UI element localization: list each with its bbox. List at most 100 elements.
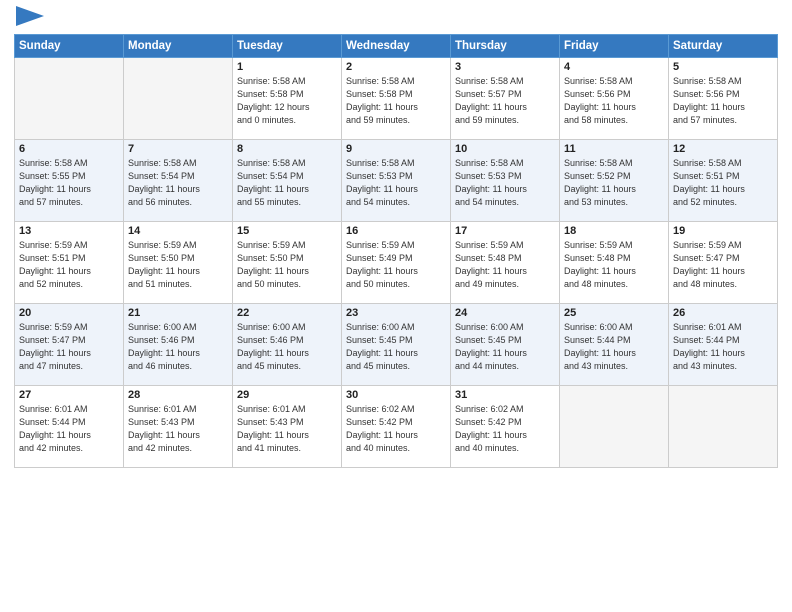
- weekday-header: Sunday: [15, 35, 124, 58]
- calendar-table: SundayMondayTuesdayWednesdayThursdayFrid…: [14, 34, 778, 468]
- calendar-week-row: 27Sunrise: 6:01 AM Sunset: 5:44 PM Dayli…: [15, 386, 778, 468]
- day-number: 5: [673, 61, 773, 73]
- day-info: Sunrise: 6:01 AM Sunset: 5:43 PM Dayligh…: [128, 403, 228, 455]
- calendar-cell: 30Sunrise: 6:02 AM Sunset: 5:42 PM Dayli…: [342, 386, 451, 468]
- day-number: 20: [19, 307, 119, 319]
- calendar-cell: 20 Sunrise: 5:59 AM Sunset: 5:47 PM Dayli…: [15, 304, 124, 386]
- day-info: Sunrise: 6:00 AM Sunset: 5:45 PM Dayligh…: [455, 321, 555, 373]
- day-number: 4: [564, 61, 664, 73]
- calendar-cell: [124, 58, 233, 140]
- calendar-cell: 9 Sunrise: 5:58 AM Sunset: 5:53 PM Daylig…: [342, 140, 451, 222]
- day-number: 12: [673, 143, 773, 155]
- calendar-cell: 18 Sunrise: 5:59 AM Sunset: 5:48 PM Dayli…: [560, 222, 669, 304]
- calendar-cell: 10 Sunrise: 5:58 AM Sunset: 5:53 PM Dayli…: [451, 140, 560, 222]
- day-number: 19: [673, 225, 773, 237]
- day-info: Sunrise: 5:59 AM Sunset: 5:50 PM Dayligh…: [128, 239, 228, 291]
- day-info: Sunrise: 6:01 AM Sunset: 5:44 PM Dayligh…: [19, 403, 119, 455]
- calendar-cell: 11 Sunrise: 5:58 AM Sunset: 5:52 PM Dayli…: [560, 140, 669, 222]
- day-info: Sunrise: 5:58 AM Sunset: 5:57 PM Dayligh…: [455, 75, 555, 127]
- day-number: 10: [455, 143, 555, 155]
- calendar-cell: 14 Sunrise: 5:59 AM Sunset: 5:50 PM Dayli…: [124, 222, 233, 304]
- calendar-cell: 2Sunrise: 5:58 AM Sunset: 5:58 PM Daylig…: [342, 58, 451, 140]
- calendar-cell: 4Sunrise: 5:58 AM Sunset: 5:56 PM Daylig…: [560, 58, 669, 140]
- day-info: Sunrise: 5:59 AM Sunset: 5:49 PM Dayligh…: [346, 239, 446, 291]
- calendar-cell: 31 Sunrise: 6:02 AM Sunset: 5:42 PM Dayli…: [451, 386, 560, 468]
- calendar-cell: 6 Sunrise: 5:58 AM Sunset: 5:55 PM Daylig…: [15, 140, 124, 222]
- calendar-cell: [669, 386, 778, 468]
- day-info: Sunrise: 6:00 AM Sunset: 5:46 PM Dayligh…: [128, 321, 228, 373]
- day-number: 15: [237, 225, 337, 237]
- calendar-cell: 3 Sunrise: 5:58 AM Sunset: 5:57 PM Daylig…: [451, 58, 560, 140]
- calendar-cell: 21Sunrise: 6:00 AM Sunset: 5:46 PM Dayli…: [124, 304, 233, 386]
- day-info: Sunrise: 5:58 AM Sunset: 5:55 PM Dayligh…: [19, 157, 119, 209]
- weekday-header: Saturday: [669, 35, 778, 58]
- day-info: Sunrise: 6:00 AM Sunset: 5:44 PM Dayligh…: [564, 321, 664, 373]
- calendar-cell: 5Sunrise: 5:58 AM Sunset: 5:56 PM Daylig…: [669, 58, 778, 140]
- weekday-header: Tuesday: [233, 35, 342, 58]
- calendar-week-row: 1Sunrise: 5:58 AM Sunset: 5:58 PM Daylig…: [15, 58, 778, 140]
- day-info: Sunrise: 5:58 AM Sunset: 5:52 PM Dayligh…: [564, 157, 664, 209]
- day-number: 11: [564, 143, 664, 155]
- day-info: Sunrise: 5:59 AM Sunset: 5:47 PM Dayligh…: [19, 321, 119, 373]
- calendar-cell: 22 Sunrise: 6:00 AM Sunset: 5:46 PM Dayli…: [233, 304, 342, 386]
- day-info: Sunrise: 6:00 AM Sunset: 5:46 PM Dayligh…: [237, 321, 337, 373]
- calendar-cell: 24 Sunrise: 6:00 AM Sunset: 5:45 PM Dayli…: [451, 304, 560, 386]
- day-number: 17: [455, 225, 555, 237]
- day-number: 18: [564, 225, 664, 237]
- day-info: Sunrise: 6:00 AM Sunset: 5:45 PM Dayligh…: [346, 321, 446, 373]
- day-number: 6: [19, 143, 119, 155]
- day-info: Sunrise: 6:01 AM Sunset: 5:44 PM Dayligh…: [673, 321, 773, 373]
- day-number: 14: [128, 225, 228, 237]
- day-info: Sunrise: 5:58 AM Sunset: 5:51 PM Dayligh…: [673, 157, 773, 209]
- day-number: 23: [346, 307, 446, 319]
- calendar-cell: 27Sunrise: 6:01 AM Sunset: 5:44 PM Dayli…: [15, 386, 124, 468]
- day-info: Sunrise: 5:58 AM Sunset: 5:58 PM Dayligh…: [237, 75, 337, 127]
- calendar-cell: 1Sunrise: 5:58 AM Sunset: 5:58 PM Daylig…: [233, 58, 342, 140]
- calendar-cell: 7 Sunrise: 5:58 AM Sunset: 5:54 PM Daylig…: [124, 140, 233, 222]
- calendar-cell: [560, 386, 669, 468]
- calendar-cell: [15, 58, 124, 140]
- calendar-cell: 8 Sunrise: 5:58 AM Sunset: 5:54 PM Daylig…: [233, 140, 342, 222]
- day-number: 8: [237, 143, 337, 155]
- day-info: Sunrise: 5:58 AM Sunset: 5:58 PM Dayligh…: [346, 75, 446, 127]
- calendar-cell: 19 Sunrise: 5:59 AM Sunset: 5:47 PM Dayli…: [669, 222, 778, 304]
- weekday-header: Wednesday: [342, 35, 451, 58]
- day-number: 7: [128, 143, 228, 155]
- day-info: Sunrise: 6:02 AM Sunset: 5:42 PM Dayligh…: [346, 403, 446, 455]
- calendar-cell: 28 Sunrise: 6:01 AM Sunset: 5:43 PM Dayli…: [124, 386, 233, 468]
- weekday-header: Monday: [124, 35, 233, 58]
- weekday-header: Thursday: [451, 35, 560, 58]
- day-info: Sunrise: 5:59 AM Sunset: 5:48 PM Dayligh…: [564, 239, 664, 291]
- day-info: Sunrise: 5:58 AM Sunset: 5:53 PM Dayligh…: [455, 157, 555, 209]
- day-number: 13: [19, 225, 119, 237]
- day-info: Sunrise: 5:58 AM Sunset: 5:54 PM Dayligh…: [128, 157, 228, 209]
- day-number: 22: [237, 307, 337, 319]
- header-row: SundayMondayTuesdayWednesdayThursdayFrid…: [15, 35, 778, 58]
- day-info: Sunrise: 6:02 AM Sunset: 5:42 PM Dayligh…: [455, 403, 555, 455]
- calendar-cell: 29Sunrise: 6:01 AM Sunset: 5:43 PM Dayli…: [233, 386, 342, 468]
- day-info: Sunrise: 5:58 AM Sunset: 5:53 PM Dayligh…: [346, 157, 446, 209]
- day-info: Sunrise: 5:59 AM Sunset: 5:47 PM Dayligh…: [673, 239, 773, 291]
- header: [14, 10, 778, 26]
- calendar-cell: 23 Sunrise: 6:00 AM Sunset: 5:45 PM Dayli…: [342, 304, 451, 386]
- weekday-header: Friday: [560, 35, 669, 58]
- day-number: 26: [673, 307, 773, 319]
- calendar-cell: 17Sunrise: 5:59 AM Sunset: 5:48 PM Dayli…: [451, 222, 560, 304]
- day-number: 31: [455, 389, 555, 401]
- page-container: SundayMondayTuesdayWednesdayThursdayFrid…: [0, 0, 792, 478]
- calendar-week-row: 20 Sunrise: 5:59 AM Sunset: 5:47 PM Dayli…: [15, 304, 778, 386]
- day-info: Sunrise: 5:58 AM Sunset: 5:54 PM Dayligh…: [237, 157, 337, 209]
- calendar-cell: 26 Sunrise: 6:01 AM Sunset: 5:44 PM Dayli…: [669, 304, 778, 386]
- calendar-cell: 16Sunrise: 5:59 AM Sunset: 5:49 PM Dayli…: [342, 222, 451, 304]
- calendar-cell: 12 Sunrise: 5:58 AM Sunset: 5:51 PM Dayli…: [669, 140, 778, 222]
- logo: [14, 10, 44, 26]
- day-number: 24: [455, 307, 555, 319]
- calendar-cell: 15 Sunrise: 5:59 AM Sunset: 5:50 PM Dayli…: [233, 222, 342, 304]
- day-number: 28: [128, 389, 228, 401]
- day-number: 9: [346, 143, 446, 155]
- day-number: 29: [237, 389, 337, 401]
- day-number: 25: [564, 307, 664, 319]
- calendar-cell: 13Sunrise: 5:59 AM Sunset: 5:51 PM Dayli…: [15, 222, 124, 304]
- day-info: Sunrise: 5:59 AM Sunset: 5:50 PM Dayligh…: [237, 239, 337, 291]
- day-number: 3: [455, 61, 555, 73]
